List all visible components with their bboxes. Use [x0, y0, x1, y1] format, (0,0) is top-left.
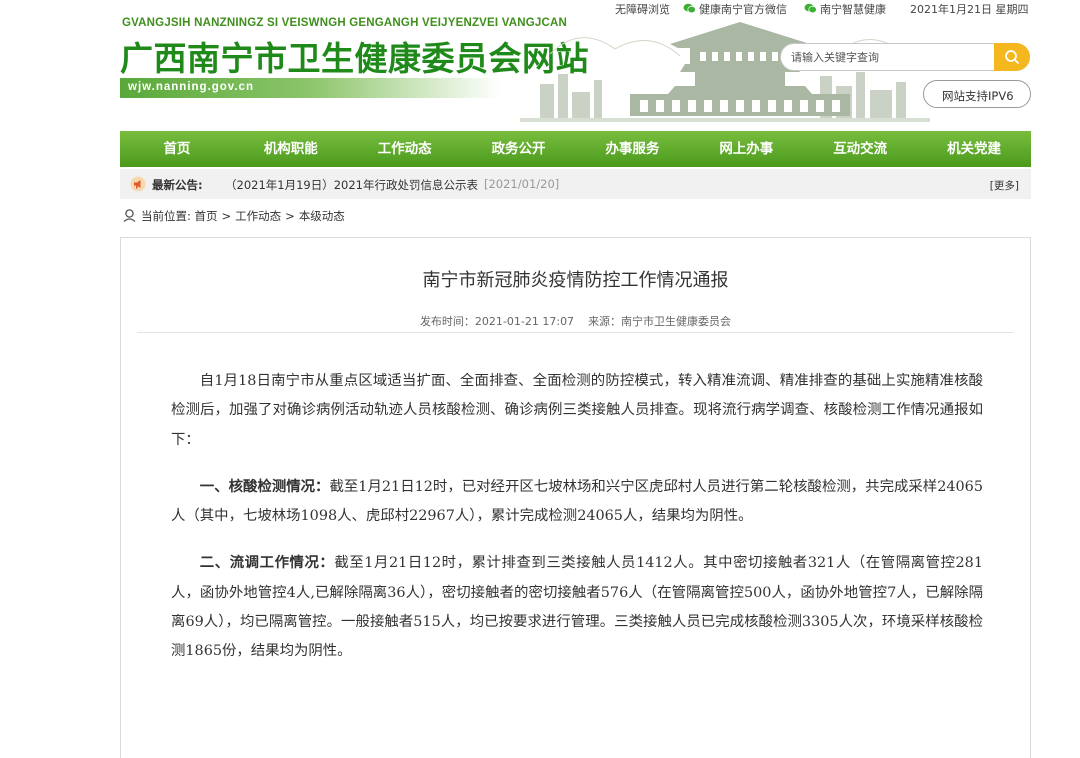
nav-item-functions[interactable]: 机构职能 — [234, 131, 348, 167]
nav-item-home[interactable]: 首页 — [120, 131, 234, 167]
article-source: 来源：南宁市卫生健康委员会 — [588, 315, 732, 328]
article-container: 南宁市新冠肺炎疫情防控工作情况通报 发布时间：2021-01-21 17:07 来… — [120, 237, 1031, 758]
article-paragraph: 一、核酸检测情况：截至1月21日12时，已对经开区七坡林场和兴宁区虎邱村人员进行… — [171, 472, 983, 532]
more-link[interactable]: [更多] — [990, 178, 1019, 193]
main-nav: 首页 机构职能 工作动态 政务公开 办事服务 网上办事 互动交流 机关党建 — [120, 131, 1031, 167]
site-title-pinyin: GVANGJSIH NANZNINGZ SI VEISWNGH GENGANGH… — [122, 17, 567, 29]
ipv6-label: 网站支持IPV6 — [942, 89, 1014, 103]
announcement-label: 最新公告: — [152, 178, 203, 192]
breadcrumb-separator: > — [221, 209, 232, 223]
article-paragraph: 自1月18日南宁市从重点区域适当扩面、全面排查、全面检测的防控模式，转入精准流调… — [171, 366, 983, 455]
nav-item-interaction[interactable]: 互动交流 — [803, 131, 917, 167]
breadcrumb-news[interactable]: 工作动态 — [235, 209, 281, 223]
article-paragraph: 二、流调工作情况：截至1月21日12时，累计排查到三类接触人员1412人。其中密… — [171, 548, 983, 666]
nav-item-online-services[interactable]: 网上办事 — [689, 131, 803, 167]
search-icon — [1005, 50, 1019, 64]
search-button[interactable] — [994, 43, 1030, 71]
location-pin-icon — [123, 209, 136, 222]
article-body: 自1月18日南宁市从重点区域适当扩面、全面排查、全面检测的防控模式，转入精准流调… — [171, 366, 983, 684]
breadcrumb-prefix: 当前位置: — [141, 209, 191, 223]
announcement-bar: 最新公告: （2021年1月19日）2021年行政处罚信息公示表 [2021/0… — [120, 169, 1031, 199]
paragraph-heading: 二、流调工作情况： — [199, 554, 335, 572]
article-title: 南宁市新冠肺炎疫情防控工作情况通报 — [422, 270, 729, 291]
paragraph-text: 自1月18日南宁市从重点区域适当扩面、全面排查、全面检测的防控模式，转入精准流调… — [171, 373, 983, 448]
search-input[interactable] — [791, 49, 991, 66]
nav-item-services[interactable]: 办事服务 — [576, 131, 690, 167]
nav-item-party-building[interactable]: 机关党建 — [917, 131, 1031, 167]
domain-banner: wjw.nanning.gov.cn — [120, 78, 500, 98]
breadcrumb: 当前位置: 首页 > 工作动态 > 本级动态 — [122, 208, 345, 224]
breadcrumb-separator: > — [285, 209, 295, 223]
search-box — [780, 43, 1030, 71]
nav-item-gov-affairs[interactable]: 政务公开 — [462, 131, 576, 167]
site-header: GVANGJSIH NANZNINGZ SI VEISWNGH GENGANGH… — [120, 0, 1031, 130]
article-meta: 发布时间：2021-01-21 17:07 来源：南宁市卫生健康委员会 — [121, 313, 1030, 329]
site-title[interactable]: 广西南宁市卫生健康委员会网站 — [120, 32, 589, 80]
announcement-link[interactable]: （2021年1月19日）2021年行政处罚信息公示表 — [225, 177, 478, 193]
megaphone-icon — [130, 176, 146, 192]
site-domain: wjw.nanning.gov.cn — [128, 81, 254, 93]
paragraph-heading: 一、核酸检测情况： — [199, 477, 330, 495]
publish-time: 发布时间：2021-01-21 17:07 — [419, 315, 575, 328]
ipv6-badge[interactable]: 网站支持IPV6 — [923, 80, 1031, 108]
breadcrumb-home[interactable]: 首页 — [195, 209, 218, 223]
title-divider — [137, 332, 1014, 333]
announcement-date: [2021/01/20] — [484, 177, 560, 191]
breadcrumb-current[interactable]: 本级动态 — [299, 209, 345, 223]
nav-item-news[interactable]: 工作动态 — [348, 131, 462, 167]
